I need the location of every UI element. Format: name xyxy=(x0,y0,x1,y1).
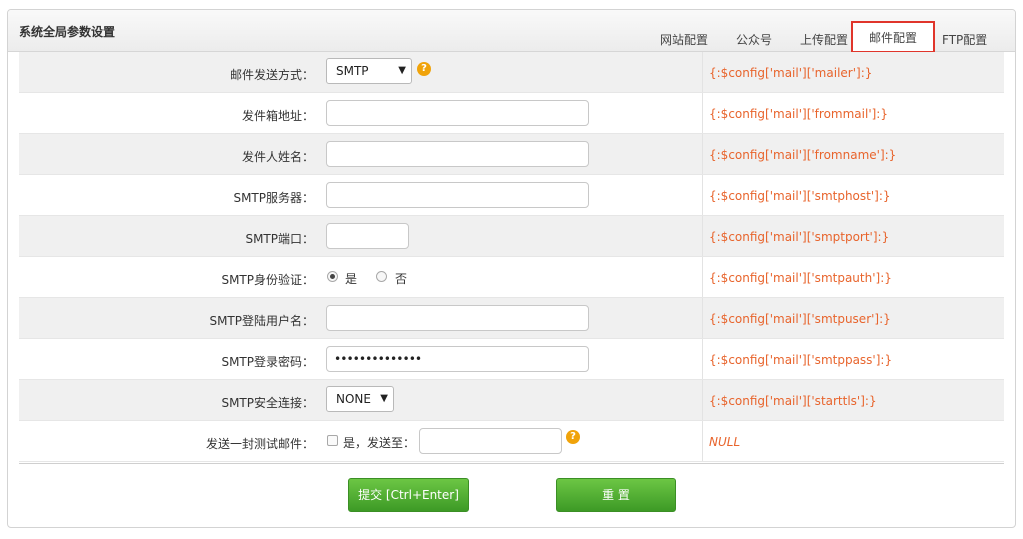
smtpuser-input[interactable] xyxy=(326,305,589,331)
reset-button[interactable]: 重 置 xyxy=(556,478,676,512)
smtppass-input[interactable]: •••••••••••••• xyxy=(326,346,589,372)
smtphost-code: {:$config['mail']['smtphost']:} xyxy=(709,189,891,203)
testmail-label: 发送一封测试邮件： xyxy=(205,437,314,451)
panel-title: 系统全局参数设置 xyxy=(19,25,116,39)
chevron-down-icon: ▼ xyxy=(380,393,388,404)
row-smtppass: SMTP登录密码： •••••••••••••• {:$config['mail… xyxy=(19,339,1004,380)
row-mailer: 邮件发送方式： SMTP ▼ ? {:$config['mail']['mail… xyxy=(19,52,1004,93)
smtpport-input[interactable] xyxy=(326,223,409,249)
starttls-label: SMTP安全连接： xyxy=(221,396,314,410)
submit-button[interactable]: 提交 [Ctrl+Enter] xyxy=(348,478,469,512)
settings-panel: 系统全局参数设置 网站配置 公众号 上传配置 邮件配置 FTP配置 邮件发送方式… xyxy=(7,9,1016,528)
column-divider xyxy=(702,421,703,461)
tab-wechat[interactable]: 公众号 xyxy=(736,31,772,48)
column-divider xyxy=(702,175,703,215)
panel-header: 系统全局参数设置 网站配置 公众号 上传配置 邮件配置 FTP配置 xyxy=(8,10,1015,53)
frommail-code: {:$config['mail']['frommail']:} xyxy=(709,107,888,121)
help-icon[interactable]: ? xyxy=(566,430,580,444)
testmail-address-input[interactable] xyxy=(419,428,562,454)
starttls-select-value: NONE xyxy=(336,392,371,406)
smtphost-label: SMTP服务器： xyxy=(233,191,314,205)
mailer-label: 邮件发送方式： xyxy=(229,68,314,82)
row-starttls: SMTP安全连接： NONE ▼ {:$config['mail']['star… xyxy=(19,380,1004,421)
frommail-input[interactable] xyxy=(326,100,589,126)
testmail-code: NULL xyxy=(709,435,741,449)
mailer-code: {:$config['mail']['mailer']:} xyxy=(709,66,873,80)
fromname-code: {:$config['mail']['fromname']:} xyxy=(709,148,897,162)
mailer-select[interactable]: SMTP ▼ xyxy=(326,58,412,84)
column-divider xyxy=(702,52,703,92)
smtpuser-label: SMTP登陆用户名： xyxy=(209,314,314,328)
row-testmail: 发送一封测试邮件： 是，发送至： ? NULL xyxy=(19,421,1004,462)
column-divider xyxy=(702,134,703,174)
mailer-select-value: SMTP xyxy=(336,64,369,78)
smtpauth-no-label[interactable]: 否 xyxy=(395,270,407,287)
frommail-label: 发件箱地址： xyxy=(241,109,314,123)
footer-divider xyxy=(19,463,1004,464)
row-smtpauth: SMTP身份验证： 是 否 {:$config['mail']['smtpaut… xyxy=(19,257,1004,298)
row-fromname: 发件人姓名： {:$config['mail']['fromname']:} xyxy=(19,134,1004,175)
help-icon[interactable]: ? xyxy=(417,62,431,76)
chevron-down-icon: ▼ xyxy=(398,65,406,76)
fromname-input[interactable] xyxy=(326,141,589,167)
smtpauth-label: SMTP身份验证： xyxy=(221,273,314,287)
column-divider xyxy=(702,257,703,297)
smtpport-code: {:$config['mail']['smptport']:} xyxy=(709,230,890,244)
smtpauth-no-radio[interactable] xyxy=(376,271,387,282)
smtppass-label: SMTP登录密码： xyxy=(221,355,314,369)
column-divider xyxy=(702,380,703,420)
fromname-label: 发件人姓名： xyxy=(241,150,314,164)
smtpauth-code: {:$config['mail']['smtpauth']:} xyxy=(709,271,892,285)
smtppass-code: {:$config['mail']['smtppass']:} xyxy=(709,353,893,367)
column-divider xyxy=(702,216,703,256)
smtpuser-code: {:$config['mail']['smtpuser']:} xyxy=(709,312,891,326)
smtpauth-yes-radio[interactable] xyxy=(327,271,338,282)
tab-ftp-config[interactable]: FTP配置 xyxy=(942,31,987,48)
row-smtphost: SMTP服务器： {:$config['mail']['smtphost']:} xyxy=(19,175,1004,216)
column-divider xyxy=(702,93,703,133)
testmail-checkbox-label[interactable]: 是，发送至： xyxy=(343,434,415,451)
smtpport-label: SMTP端口： xyxy=(245,232,314,246)
tab-site-config[interactable]: 网站配置 xyxy=(660,31,708,48)
starttls-select[interactable]: NONE ▼ xyxy=(326,386,394,412)
starttls-code: {:$config['mail']['starttls']:} xyxy=(709,394,877,408)
row-smtpuser: SMTP登陆用户名： {:$config['mail']['smtpuser']… xyxy=(19,298,1004,339)
testmail-checkbox[interactable] xyxy=(327,435,338,446)
tab-mail-config[interactable]: 邮件配置 xyxy=(851,21,935,53)
row-smtpport: SMTP端口： {:$config['mail']['smptport']:} xyxy=(19,216,1004,257)
smtphost-input[interactable] xyxy=(326,182,589,208)
column-divider xyxy=(702,298,703,338)
row-frommail: 发件箱地址： {:$config['mail']['frommail']:} xyxy=(19,93,1004,134)
column-divider xyxy=(702,339,703,379)
tab-upload-config[interactable]: 上传配置 xyxy=(800,31,848,48)
smtpauth-yes-label[interactable]: 是 xyxy=(345,270,357,287)
